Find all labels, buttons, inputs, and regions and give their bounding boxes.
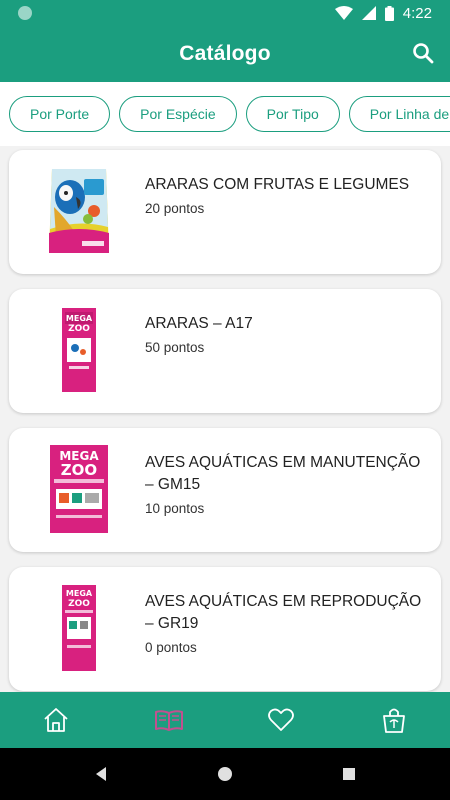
product-info: ARARAS COM FRUTAS E LEGUMES 20 pontos <box>145 174 430 220</box>
wifi-icon <box>334 6 353 20</box>
product-image: MEGA ZOO <box>39 579 119 679</box>
bottom-nav <box>0 692 450 748</box>
filter-por-tipo[interactable]: Por Tipo <box>245 96 340 132</box>
status-bar: 4:22 <box>0 0 450 26</box>
product-name: AVES AQUÁTICAS EM MANUTENÇÃO – GM15 <box>145 454 421 493</box>
book-icon <box>154 710 183 731</box>
clock: 4:22 <box>402 4 432 22</box>
product-points: 20 pontos <box>145 201 205 216</box>
heart-icon <box>268 708 295 731</box>
tab-catalog[interactable] <box>139 692 199 748</box>
search-icon[interactable] <box>410 40 436 66</box>
recents-icon[interactable] <box>337 762 361 786</box>
filter-por-porte[interactable]: Por Porte <box>9 96 111 132</box>
tab-favorites[interactable] <box>251 692 311 748</box>
notification-icon <box>18 6 32 20</box>
product-name: AVES AQUÁTICAS EM REPRODUÇÃO – GR19 <box>145 593 422 632</box>
gift-bag-icon <box>382 708 405 733</box>
svg-text:ZOO: ZOO <box>61 461 97 479</box>
system-nav-bar <box>0 748 450 800</box>
product-image: MEGA ZOO <box>39 440 119 540</box>
product-info: ARARAS – A17 50 pontos <box>145 313 430 359</box>
filter-por-linha[interactable]: Por Linha de <box>348 96 450 132</box>
product-card[interactable]: MEGA ZOO ARARAS – A17 50 pontos <box>9 289 441 413</box>
back-icon[interactable] <box>89 762 113 786</box>
product-card[interactable]: MEGA ZOO AVES AQUÁTICAS EM MANUTENÇÃO – … <box>9 428 441 552</box>
tab-rewards[interactable] <box>364 692 424 748</box>
product-list: ARARAS COM FRUTAS E LEGUMES 20 pontos ME… <box>0 146 450 692</box>
app-bar: Catálogo <box>0 26 450 82</box>
product-image: MEGA ZOO <box>39 301 119 401</box>
signal-icon <box>361 6 376 20</box>
battery-icon <box>384 5 394 21</box>
svg-text:ZOO: ZOO <box>68 599 90 609</box>
product-points: 10 pontos <box>145 501 205 516</box>
home-circle-icon[interactable] <box>213 762 237 786</box>
product-points: 0 pontos <box>145 640 197 655</box>
product-points: 50 pontos <box>145 340 205 355</box>
product-image <box>39 162 119 262</box>
product-name: ARARAS – A17 <box>145 315 253 332</box>
home-icon <box>44 708 68 732</box>
svg-text:MEGA: MEGA <box>66 314 93 323</box>
product-info: AVES AQUÁTICAS EM REPRODUÇÃO – GR19 0 po… <box>145 591 430 659</box>
product-card[interactable]: MEGA ZOO AVES AQUÁTICAS EM REPRODUÇÃO – … <box>9 567 441 691</box>
filter-por-especie[interactable]: Por Espécie <box>119 96 237 132</box>
product-info: AVES AQUÁTICAS EM MANUTENÇÃO – GM15 10 p… <box>145 452 430 520</box>
filter-bar: Por Porte Por Espécie Por Tipo Por Linha… <box>0 82 450 146</box>
svg-text:MEGA: MEGA <box>66 589 93 598</box>
product-name: ARARAS COM FRUTAS E LEGUMES <box>145 176 410 193</box>
product-card[interactable]: ARARAS COM FRUTAS E LEGUMES 20 pontos <box>9 150 441 274</box>
svg-text:ZOO: ZOO <box>68 324 90 334</box>
page-title: Catálogo <box>179 42 271 65</box>
tab-home[interactable] <box>26 692 86 748</box>
